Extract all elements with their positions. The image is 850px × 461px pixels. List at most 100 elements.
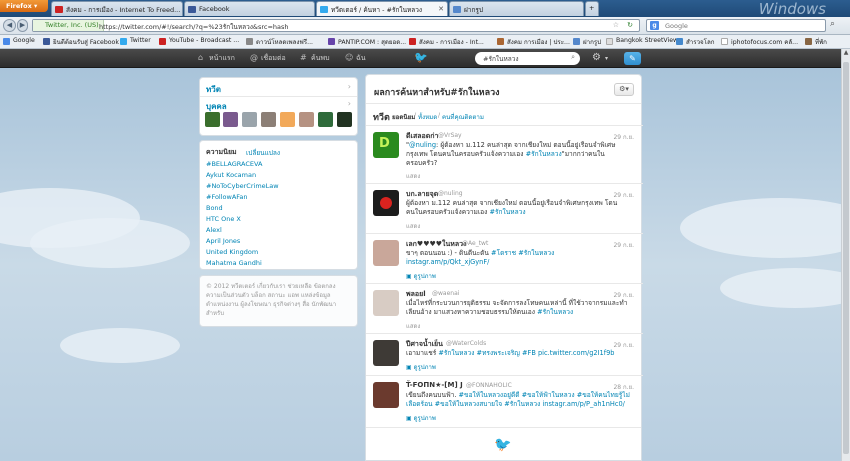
trend-item[interactable]: April Jones xyxy=(206,237,240,245)
scroll-up-arrow-icon[interactable]: ▲ xyxy=(842,49,850,58)
bookmark-lodging[interactable]: ที่พัก xyxy=(805,37,827,47)
trend-item[interactable]: United Kingdom xyxy=(206,248,258,256)
view-photo-link[interactable]: ▣ ดูรูปภาพ xyxy=(406,271,436,281)
nav-connect[interactable]: @ เชื่อมต่อ xyxy=(250,53,286,64)
facebook-icon xyxy=(43,38,50,45)
reload-icon[interactable]: ↻ xyxy=(627,21,633,29)
tweet-author-handle[interactable]: @FONNAHOLIC xyxy=(466,382,512,389)
bookmark-politics[interactable]: สังคม การเมือง | ประ... xyxy=(497,37,570,47)
footer-links[interactable]: © 2012 ทวีตเตอร์ เกี่ยวกับเรา ช่วยเหลือ … xyxy=(206,282,351,318)
page-scrollbar[interactable]: ▲ xyxy=(841,49,850,461)
search-options-button[interactable]: ⚙▾ xyxy=(614,83,634,96)
search-icon[interactable]: ⌕ xyxy=(571,53,575,62)
person-avatar[interactable] xyxy=(318,112,333,127)
tweet-text: เมื่อไหร่ที่กระบวนการยุติธรรม จะจัดการลง… xyxy=(406,299,628,316)
avatar-photo-icon[interactable] xyxy=(373,290,399,316)
browser-search-input[interactable]: g Google xyxy=(646,19,826,32)
bookmark-pantip[interactable]: PANTIP.COM : สุดยอด... xyxy=(328,37,406,47)
settings-gear-icon[interactable]: ⚙ xyxy=(592,52,601,63)
tab-twitter-search[interactable]: ทวีตเตอร์ / ค้นหา - #รักในหลวง ✕ xyxy=(316,1,448,16)
nav-discover[interactable]: # ค้นพบ xyxy=(300,53,330,64)
bookmark-label: ฝากรูป xyxy=(583,39,602,46)
person-avatar[interactable] xyxy=(299,112,314,127)
trend-item[interactable]: #BELLAGRACEVA xyxy=(206,160,262,168)
trend-item[interactable]: Aykut Kocaman xyxy=(206,171,256,179)
nav-home[interactable]: ⌂ หน้าแรก xyxy=(198,53,235,64)
close-tab-icon[interactable]: ✕ xyxy=(438,5,444,13)
bookmark-explore-world[interactable]: สำรวจโลก xyxy=(676,37,715,47)
forward-button[interactable]: ▶ xyxy=(17,19,28,32)
new-tab-button[interactable]: + xyxy=(585,1,599,16)
chevron-down-icon[interactable]: ▾ xyxy=(605,55,608,62)
tweet-author-handle[interactable]: @Ae_twt xyxy=(462,240,488,247)
bookmark-youtube[interactable]: YouTube - Broadcast ... xyxy=(159,37,239,45)
trend-item[interactable]: Bond xyxy=(206,204,223,212)
compose-tweet-button[interactable]: ✎ xyxy=(624,52,641,65)
tweet-item[interactable]: ปีศาจน้ำเย็น @WaterColds 29 ก.ย. เอามาแช… xyxy=(366,333,643,375)
person-avatar[interactable] xyxy=(337,112,352,127)
scroll-thumb[interactable] xyxy=(843,62,849,454)
tweet-item[interactable]: เลก♥♥♥♥ในหลวง @Ae_twt 29 ก.ย. ขาๆ ตอนนอน… xyxy=(366,233,643,283)
avatar-red-spot-icon[interactable] xyxy=(373,190,399,216)
filter-people-you-follow[interactable]: คนที่คุณติดตาม xyxy=(442,112,484,122)
tweet-expand-link[interactable]: แสดง xyxy=(406,321,420,331)
tab-label: ฝากรูป xyxy=(464,6,484,14)
bookmark-twitter[interactable]: Twitter xyxy=(120,37,151,45)
trend-item[interactable]: Mahatma Gandhi xyxy=(206,259,262,267)
tweet-item[interactable]: D ดีเสลอดก่า @VrSay 29 ก.ย. "@nuling: ผู… xyxy=(366,125,643,183)
trend-item[interactable]: #NoToCyberCrimeLaw xyxy=(206,182,279,190)
avatar-photo-icon[interactable] xyxy=(373,240,399,266)
bookmark-iphotofocus[interactable]: iphotofocus.com คลั... xyxy=(721,37,798,47)
tweet-author-handle[interactable]: @waenai xyxy=(432,290,459,297)
tweet-author-name[interactable]: Ť-FOПΝ★-[M] J xyxy=(406,381,463,389)
tab-label: สังคม - การเมือง - Internet To Freed... xyxy=(66,6,181,14)
bookmark-facebook[interactable]: ยินดีต้อนรับสู่ Facebook xyxy=(43,37,119,47)
nav-me[interactable]: ☺ ฉัน xyxy=(345,53,366,64)
avatar-photo-icon[interactable] xyxy=(373,382,399,408)
avatar-photo-icon[interactable] xyxy=(373,340,399,366)
bookmark-google[interactable]: Google xyxy=(3,37,35,45)
tweet-item[interactable]: Ť-FOПΝ★-[M] J @FONNAHOLIC 28 ก.ย. เขียนถ… xyxy=(366,375,643,427)
bookmark-music-download[interactable]: ดาวน์โหลดเพลงฟรี... xyxy=(246,37,313,47)
trend-item[interactable]: HTC One X xyxy=(206,215,241,223)
tweet-author-handle[interactable]: @nuling xyxy=(438,190,463,197)
firefox-menu-button[interactable]: Firefox ▾ xyxy=(0,0,48,12)
filter-all[interactable]: ทั้งหมด xyxy=(418,112,437,122)
tab-facebook[interactable]: Facebook xyxy=(184,1,315,16)
twitter-search-input[interactable]: #รักในหลวง ⌕ xyxy=(475,52,580,65)
site-identity-badge[interactable]: Twitter, Inc. (US) xyxy=(33,20,104,31)
person-avatar[interactable] xyxy=(261,112,276,127)
trend-item[interactable]: #FollowAFan xyxy=(206,193,248,201)
tab-internet-to-freedom[interactable]: สังคม - การเมือง - Internet To Freed... xyxy=(51,1,183,16)
url-bar[interactable]: Twitter, Inc. (US) https://twitter.com/#… xyxy=(32,19,640,32)
tweet-expand-link[interactable]: แสดง xyxy=(406,171,420,181)
filter-top[interactable]: ยอดนิยม xyxy=(392,112,415,122)
tweet-item[interactable]: พลอยl @waenai 29 ก.ย. เมื่อไหร่ที่กระบวน… xyxy=(366,283,643,333)
avatar-green-logo-icon[interactable]: D xyxy=(373,132,399,158)
search-magnifier-icon[interactable]: ⌕ xyxy=(830,19,844,32)
tab-upload-photo[interactable]: ฝากรูป xyxy=(449,1,584,16)
bookmark-upload-photo[interactable]: ฝากรูป xyxy=(573,37,601,47)
person-avatar[interactable] xyxy=(205,112,220,127)
tweet-item[interactable]: บก.ลายจุด @nuling 29 ก.ย. ผู้ต้องหา ม.11… xyxy=(366,183,643,233)
tweet-author-handle[interactable]: @VrSay xyxy=(438,132,462,139)
view-photo-link[interactable]: ▣ ดูรูปภาพ xyxy=(406,362,436,372)
search-tweets-link[interactable]: ทวีต xyxy=(206,83,221,96)
tweet-author-handle[interactable]: @WaterColds xyxy=(446,340,486,347)
google-icon: g xyxy=(650,21,659,30)
view-photo-link[interactable]: ▣ ดูรูปภาพ xyxy=(406,413,436,423)
bookmark-star-icon[interactable]: ☆ xyxy=(613,21,619,29)
tweet-expand-link[interactable]: แสดง xyxy=(406,221,420,231)
page-icon xyxy=(721,38,728,45)
twitter-bird-icon[interactable]: 🐦 xyxy=(414,51,428,64)
back-button[interactable]: ◀ xyxy=(3,19,16,32)
person-avatar[interactable] xyxy=(223,112,238,127)
bookmark-internet-to-freedom[interactable]: สังคม - การเมือง - Int... xyxy=(409,37,484,47)
url-text[interactable]: https://twitter.com/#!/search/?q=%23รักใ… xyxy=(99,22,289,32)
bookmark-bangkok-streetview[interactable]: Bangkok StreetView xyxy=(606,37,678,45)
person-avatar[interactable] xyxy=(242,112,257,127)
trend-item[interactable]: Alexl xyxy=(206,226,222,234)
person-avatar[interactable] xyxy=(280,112,295,127)
bookmark-label: ที่พัก xyxy=(815,39,827,46)
trends-change-link[interactable]: เปลี่ยนแปลง xyxy=(246,148,280,158)
